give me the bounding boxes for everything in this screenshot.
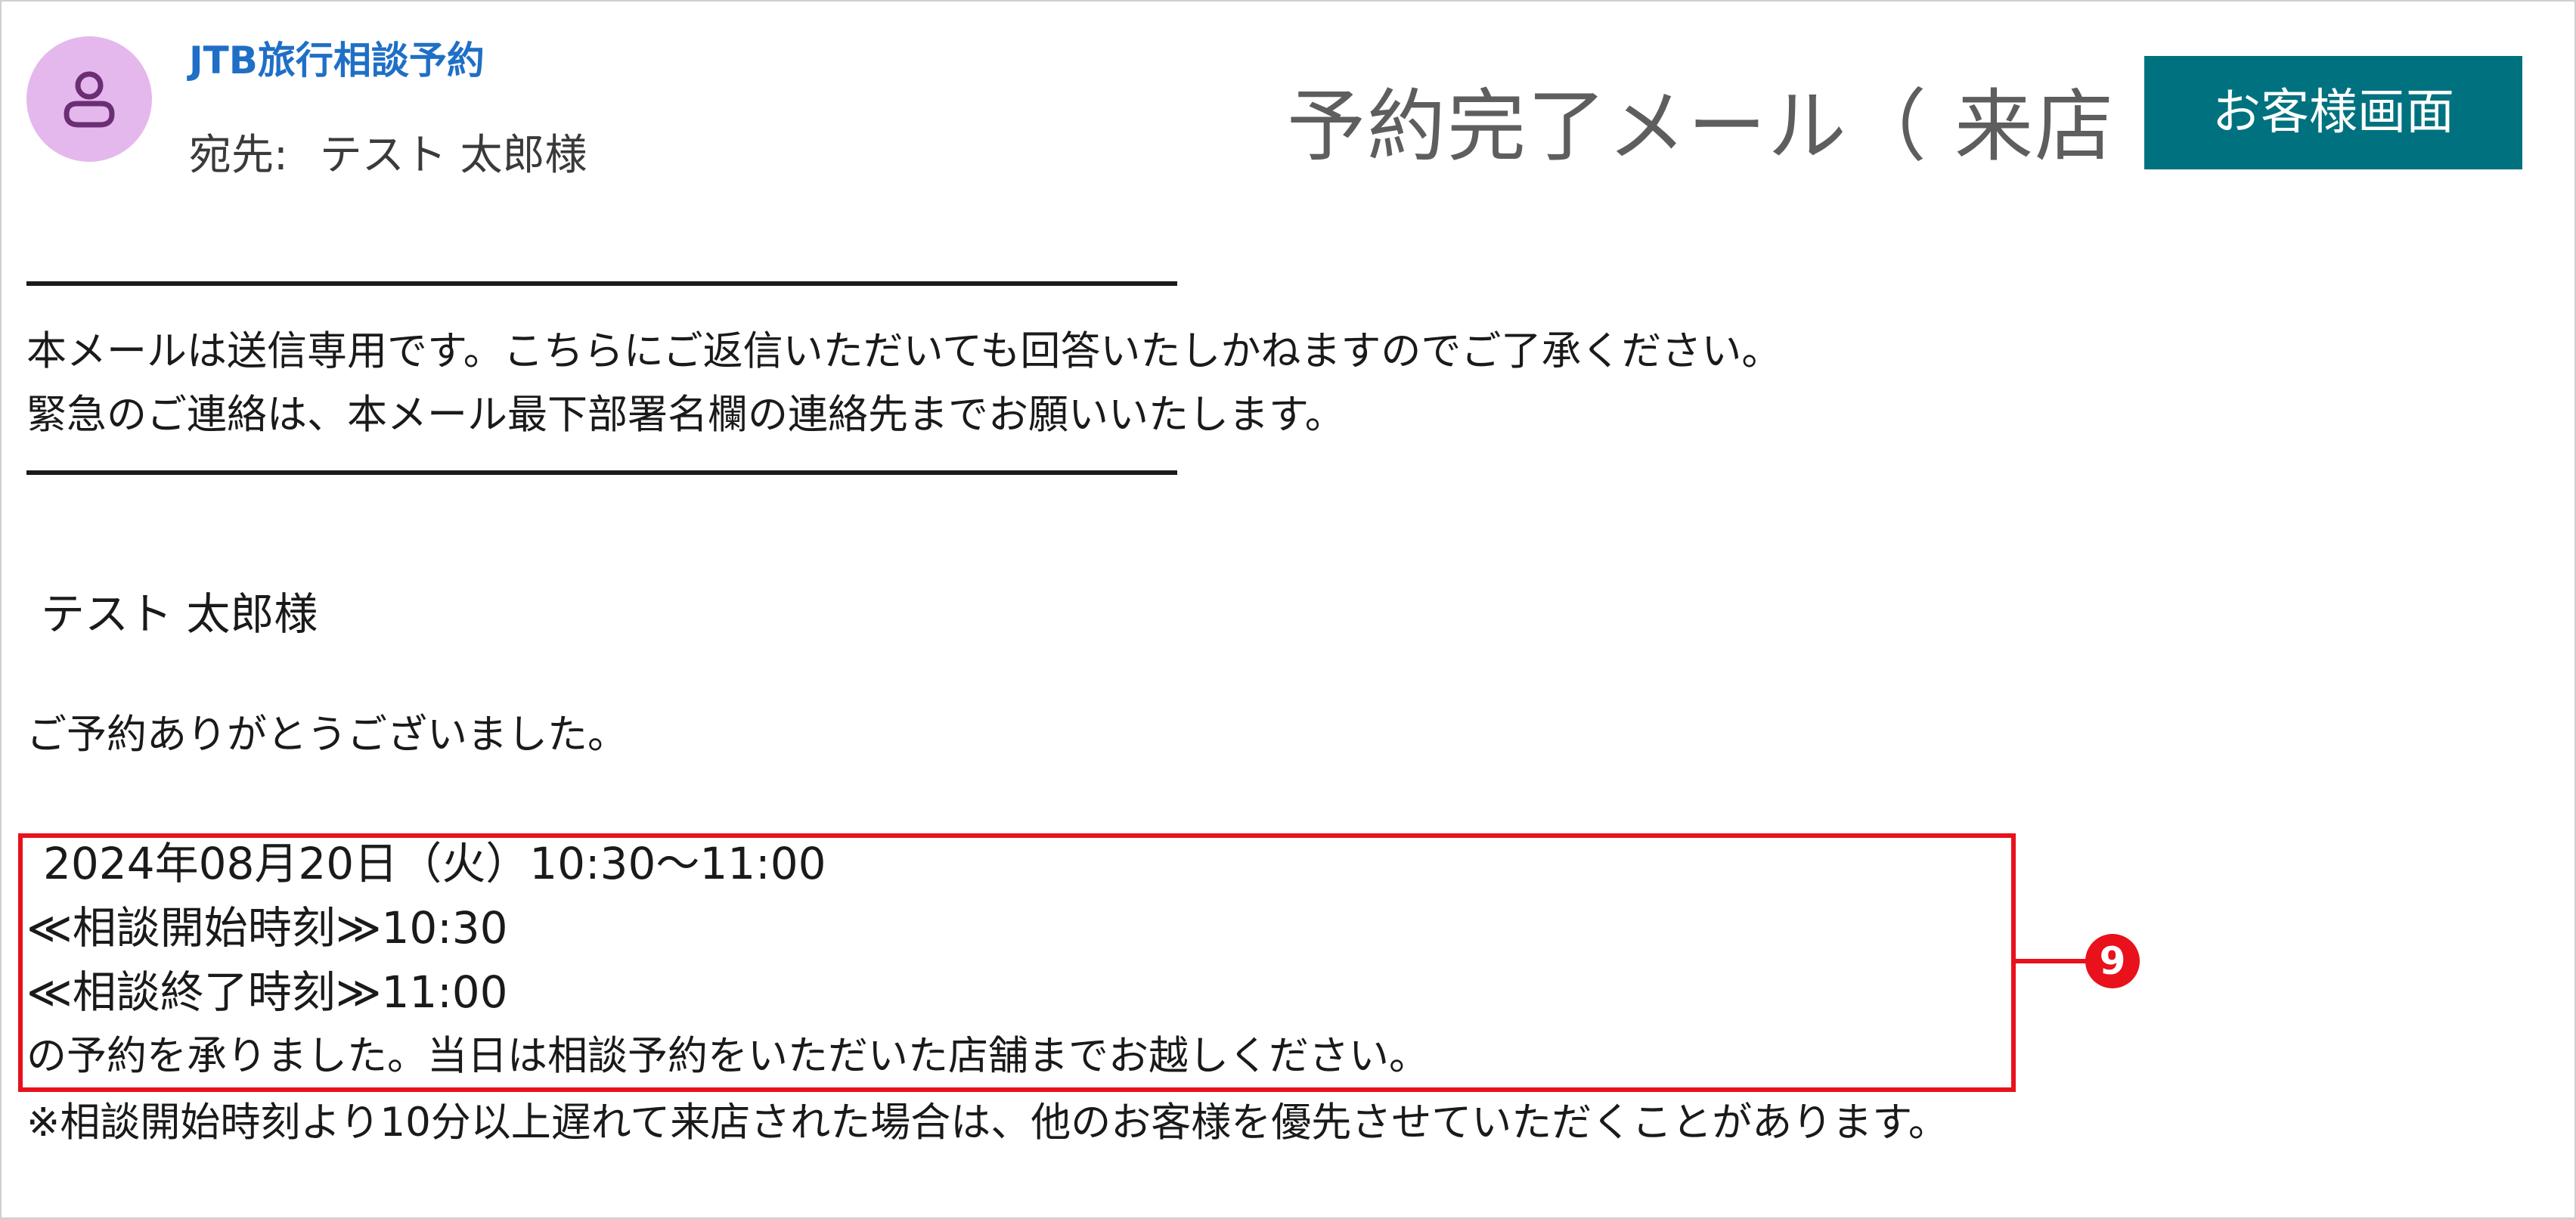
customer-screen-button[interactable]: お客様画面 [2144,56,2522,169]
recipient-row: 宛先: テスト 太郎様 [189,121,587,182]
callout-badge: 9 [2085,934,2140,988]
recipient-name: テスト 太郎様 [41,588,318,640]
reservation-highlight-box [18,833,2016,1092]
sender-name[interactable]: JTB旅行相談予約 [189,30,485,85]
user-icon [64,71,115,128]
thanks-line: ご予約ありがとうございました。 [26,712,628,758]
to-label: 宛先: [189,131,288,180]
divider-top [26,281,1177,286]
notice-line-1: 本メールは送信専用です。こちらにご返信いただいても回答いたしかねますのでご了承く… [26,328,1782,374]
late-arrival-note: ※相談開始時刻より10分以上遅れて来店された場合は、他のお客様を優先させていただ… [26,1100,1948,1146]
email-panel: JTB旅行相談予約 宛先: テスト 太郎様 予約完了メール（ 来店 ） お客様画… [0,0,2576,1219]
callout-connector [2011,959,2087,963]
sender-avatar [26,36,152,162]
page-title: 予約完了メール（ 来店 ） [1287,80,2222,172]
notice-line-2: 緊急のご連絡は、本メール最下部署名欄の連絡先までお願いいたします。 [26,392,1345,438]
divider-bottom [26,470,1177,475]
to-value: テスト 太郎様 [319,131,587,180]
